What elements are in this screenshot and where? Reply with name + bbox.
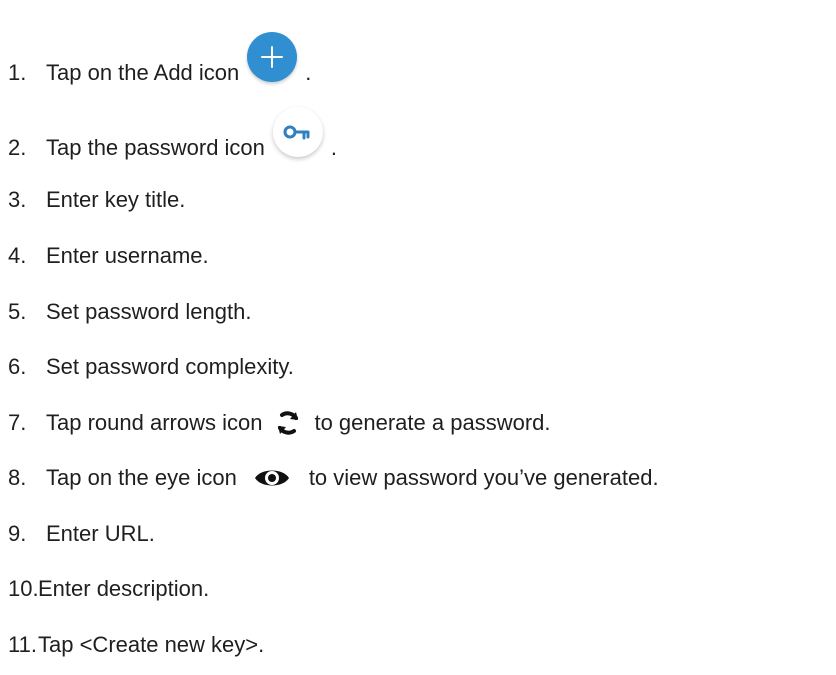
- step-text: Tap on the Add icon: [46, 60, 240, 85]
- step-number: 5.: [8, 299, 27, 324]
- step-text: Set password length.: [46, 299, 252, 324]
- step-text: to view password you’ve generated.: [308, 465, 659, 490]
- key-icon: [272, 107, 323, 157]
- eye-icon: [253, 465, 291, 491]
- step-3: 3. Enter key title.: [8, 183, 185, 217]
- step-punctuation: .: [330, 135, 338, 160]
- step-11: 11. Tap <Create new key>.: [8, 628, 264, 662]
- step-7: 7. Tap round arrows icon to generate a p…: [8, 406, 551, 440]
- step-text: Enter key title.: [46, 187, 186, 212]
- step-number: 1.: [8, 60, 27, 85]
- step-text: Tap round arrows icon: [46, 410, 263, 435]
- step-text: Enter username.: [46, 243, 209, 268]
- step-4: 4. Enter username.: [8, 239, 209, 273]
- refresh-icon: [274, 409, 302, 437]
- step-number: 10.: [8, 576, 39, 601]
- step-text: Tap <Create new key>.: [38, 632, 265, 657]
- step-1: 1. Tap on the Add icon .: [8, 32, 312, 90]
- step-text: Enter description.: [38, 576, 210, 601]
- plus-icon: [247, 32, 298, 82]
- step-9: 9. Enter URL.: [8, 517, 155, 551]
- step-2: 2. Tap the password icon .: [8, 107, 338, 165]
- step-text: to generate a password.: [314, 410, 551, 435]
- step-text: Enter URL.: [46, 521, 155, 546]
- step-number: 7.: [8, 410, 27, 435]
- step-number: 4.: [8, 243, 27, 268]
- step-number: 8.: [8, 465, 27, 490]
- step-5: 5. Set password length.: [8, 295, 251, 329]
- step-number: 2.: [8, 135, 27, 160]
- step-text: Set password complexity.: [46, 354, 294, 379]
- step-text: Tap the password icon: [46, 135, 265, 160]
- step-6: 6. Set password complexity.: [8, 350, 294, 384]
- step-number: 11.: [8, 632, 37, 657]
- step-number: 6.: [8, 354, 27, 379]
- step-punctuation: .: [305, 60, 312, 85]
- step-number: 9.: [8, 521, 27, 546]
- step-8: 8. Tap on the eye icon to view password …: [8, 461, 659, 495]
- step-10: 10. Enter description.: [8, 572, 209, 606]
- step-number: 3.: [8, 187, 27, 212]
- step-text: Tap on the eye icon: [46, 465, 237, 490]
- instruction-list: 1. Tap on the Add icon . 2. Tap the pass…: [0, 0, 836, 675]
